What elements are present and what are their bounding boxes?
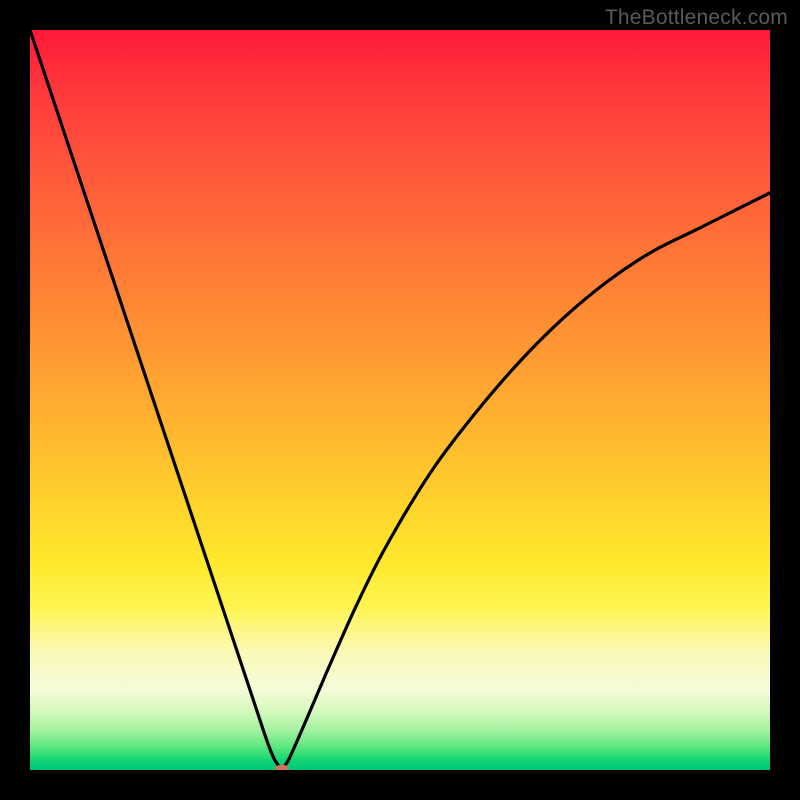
chart-plot-area — [30, 30, 770, 770]
minimum-marker — [275, 765, 289, 770]
chart-curve-svg — [30, 30, 770, 770]
bottleneck-curve-path — [30, 30, 770, 770]
watermark-text: TheBottleneck.com — [605, 6, 788, 30]
